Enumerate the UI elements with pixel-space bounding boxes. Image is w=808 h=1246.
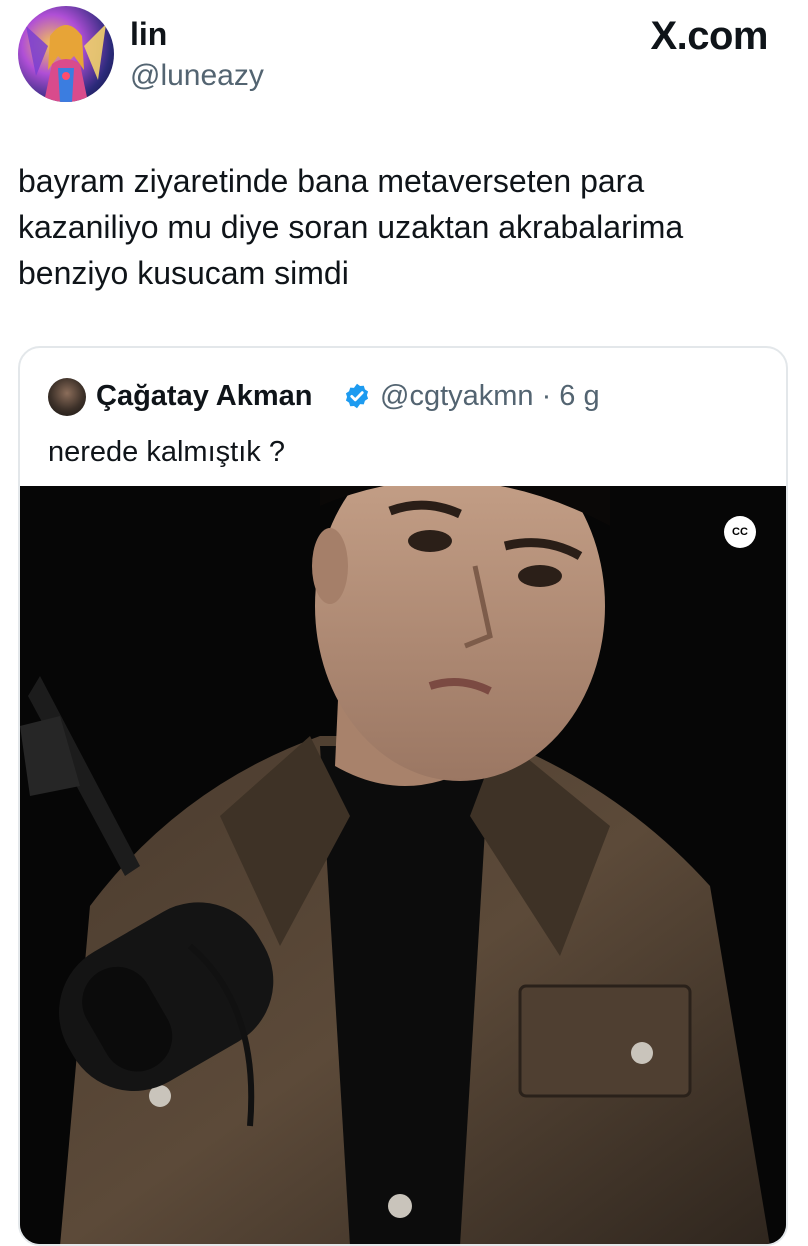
quoted-author-name[interactable]: Çağatay Akman [96,376,313,416]
author-avatar[interactable] [18,6,114,102]
tweet-header: lin @luneazy X.com [0,0,808,120]
author-handle[interactable]: @luneazy [130,58,264,94]
quoted-author-avatar[interactable] [48,378,86,416]
quoted-tweet-text: nerede kalmıştık ? [48,436,285,468]
x-logo: X.com [650,14,768,58]
avatar-illustration [26,24,106,102]
tweet-text: bayram ziyaretinde bana metaverseten par… [18,163,684,291]
quoted-video[interactable]: CC [20,486,786,1244]
quoted-handle-and-time[interactable]: @cgtyakmn · 6 g [380,376,600,416]
verified-badge-icon [345,383,369,409]
quoted-tweet-card[interactable]: Çağatay Akman @cgtyakmn · 6 g nerede kal… [18,346,788,1246]
author-display-name[interactable]: lin [130,16,167,52]
video-frame-illustration [20,486,786,1244]
closed-captions-icon[interactable]: CC [724,516,756,548]
